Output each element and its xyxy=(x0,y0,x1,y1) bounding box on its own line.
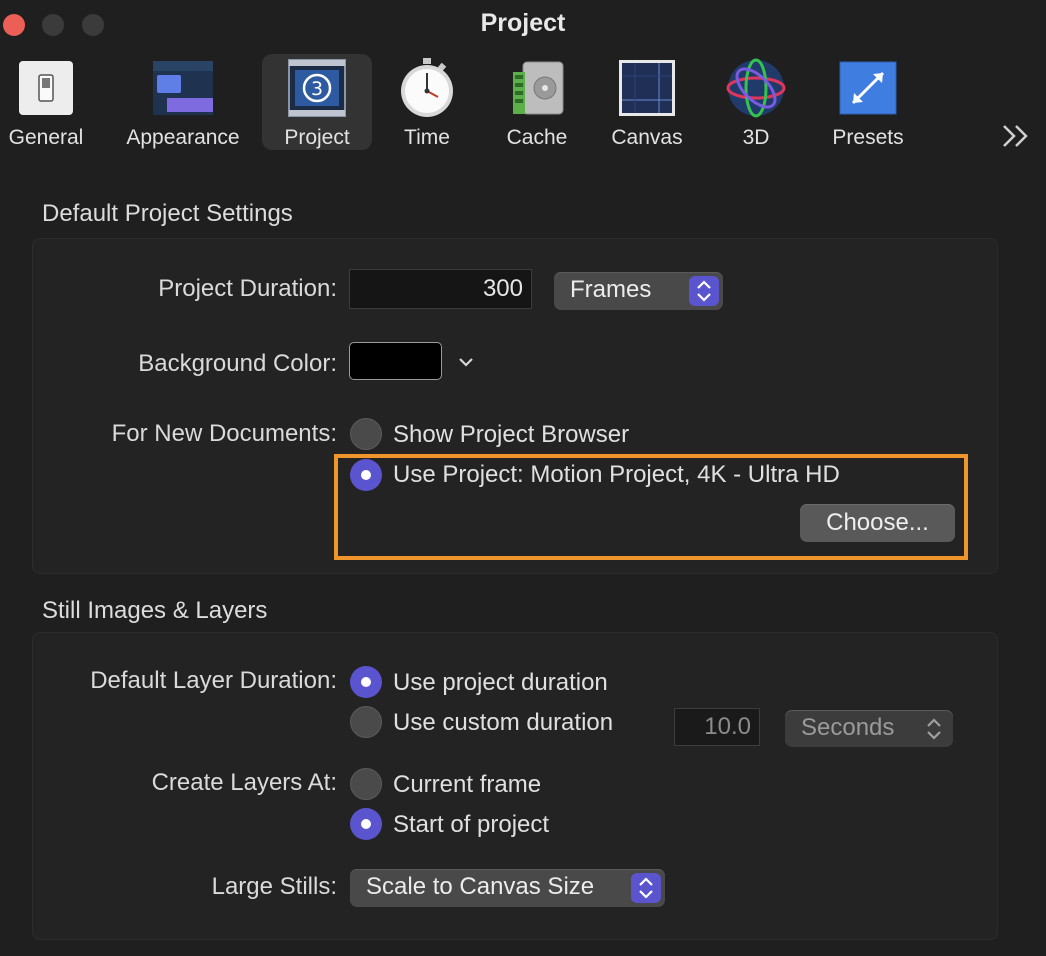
svg-text:3: 3 xyxy=(311,78,323,100)
tab-label: 3D xyxy=(742,126,770,149)
tab-general[interactable]: General xyxy=(0,54,92,150)
background-color-label: Background Color: xyxy=(138,350,337,377)
double-chevron-right-icon[interactable] xyxy=(998,120,1034,152)
tab-3d[interactable]: 3D xyxy=(716,54,796,150)
project-duration-field[interactable]: 300 xyxy=(349,269,532,309)
presets-icon xyxy=(839,61,897,115)
window-title: Project xyxy=(480,9,566,37)
up-down-chevron-icon xyxy=(631,873,661,903)
radio-show-project-browser[interactable] xyxy=(350,418,382,450)
title-bar: Project xyxy=(0,0,1046,52)
appearance-icon xyxy=(153,61,213,115)
tab-cache[interactable]: Cache xyxy=(496,54,578,150)
tab-canvas[interactable]: Canvas xyxy=(604,54,690,150)
option-start-of-project: Start of project xyxy=(393,811,550,838)
default-layer-duration-label: Default Layer Duration: xyxy=(90,667,337,694)
create-layers-at-label: Create Layers At: xyxy=(151,769,337,796)
general-icon xyxy=(19,61,73,115)
custom-duration-unit-popup[interactable]: Seconds xyxy=(785,710,953,747)
radio-use-project-duration[interactable] xyxy=(350,666,382,698)
large-stills-popup[interactable]: Scale to Canvas Size xyxy=(350,869,665,907)
duration-unit-popup[interactable]: Frames xyxy=(554,272,723,310)
tab-label: Canvas xyxy=(611,126,683,149)
tab-label: General xyxy=(8,126,84,149)
radio-current-frame[interactable] xyxy=(350,768,382,800)
popup-value: Scale to Canvas Size xyxy=(366,873,595,900)
tab-label: Cache xyxy=(506,126,568,149)
chevron-down-icon[interactable] xyxy=(458,356,474,368)
popup-value: Frames xyxy=(570,276,652,303)
project-duration-label: Project Duration: xyxy=(158,275,337,302)
annotation-highlight-box xyxy=(334,454,968,560)
new-documents-label: For New Documents: xyxy=(111,420,337,447)
popup-value: Seconds xyxy=(801,714,895,741)
up-down-chevron-icon xyxy=(927,718,941,740)
option-use-project-duration: Use project duration xyxy=(393,669,608,696)
3d-sphere-icon xyxy=(726,58,786,118)
custom-duration-field[interactable]: 10.0 xyxy=(674,708,760,746)
tab-label: Project xyxy=(284,126,350,149)
tab-label: Time xyxy=(404,126,450,149)
tab-label: Appearance xyxy=(126,126,240,149)
preferences-toolbar: General Appearance 3 Project Time Cache … xyxy=(0,50,1046,154)
stopwatch-icon xyxy=(401,58,453,117)
option-use-custom-duration: Use custom duration xyxy=(393,709,614,736)
option-current-frame: Current frame xyxy=(393,771,542,798)
large-stills-label: Large Stills: xyxy=(211,873,337,900)
tab-appearance[interactable]: Appearance xyxy=(116,54,250,150)
tab-label: Presets xyxy=(832,126,904,149)
radio-use-custom-duration[interactable] xyxy=(350,706,382,738)
project-icon: 3 xyxy=(288,59,346,117)
option-show-project-browser: Show Project Browser xyxy=(393,421,630,448)
up-down-chevron-icon xyxy=(689,276,719,306)
tab-project[interactable]: 3 Project xyxy=(262,54,372,150)
section-title-default-project-settings: Default Project Settings xyxy=(42,200,293,227)
canvas-icon xyxy=(619,60,675,116)
section-title-still-images: Still Images & Layers xyxy=(42,597,268,624)
background-color-swatch[interactable] xyxy=(349,342,442,380)
cache-icon xyxy=(513,61,564,115)
tab-time[interactable]: Time xyxy=(386,54,468,150)
tab-presets[interactable]: Presets xyxy=(822,54,914,150)
radio-start-of-project[interactable] xyxy=(350,808,382,840)
